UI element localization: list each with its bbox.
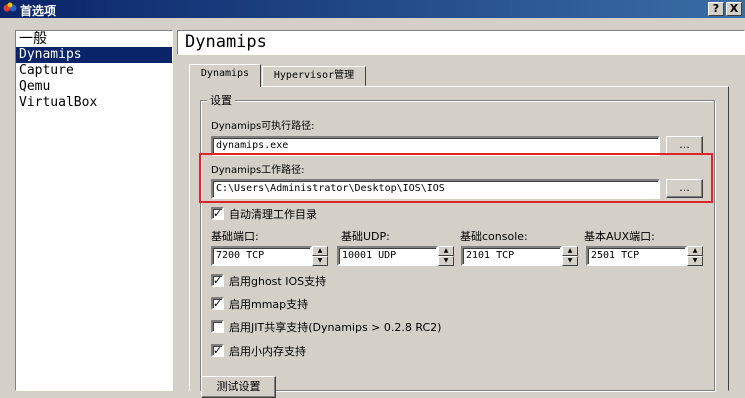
page-title: Dynamips bbox=[177, 30, 745, 55]
category-list[interactable]: 一般 Dynamips Capture Qemu VirtualBox bbox=[15, 30, 173, 391]
base-udp-spinbox[interactable]: 10001 UDP ▲ ▼ bbox=[337, 246, 454, 266]
base-port-value[interactable]: 7200 TCP bbox=[211, 246, 312, 266]
jit-checkbox[interactable] bbox=[211, 320, 224, 333]
ghost-ios-label: 启用ghost IOS支持 bbox=[229, 275, 327, 288]
spin-down-icon[interactable]: ▼ bbox=[312, 256, 328, 266]
base-console-label: 基础console: bbox=[460, 230, 528, 243]
nav-item-qemu[interactable]: Qemu bbox=[16, 79, 172, 95]
base-udp-label: 基础UDP: bbox=[341, 230, 390, 243]
work-dir-label: Dynamips工作路径: bbox=[211, 165, 305, 176]
nav-item-virtualbox[interactable]: VirtualBox bbox=[16, 95, 172, 111]
settings-group-label: 设置 bbox=[207, 92, 235, 108]
mmap-label: 启用mmap支持 bbox=[229, 298, 309, 311]
clean-workdir-checkbox[interactable]: ✓ bbox=[211, 207, 224, 220]
help-button[interactable]: ? bbox=[708, 2, 724, 16]
tab-hypervisor-manage[interactable]: Hypervisor管理 bbox=[262, 66, 366, 86]
base-aux-spinbox[interactable]: 2501 TCP ▲ ▼ bbox=[586, 246, 703, 266]
title-bar: 首选项 ? X bbox=[0, 0, 745, 18]
base-aux-value[interactable]: 2501 TCP bbox=[586, 246, 687, 266]
close-button[interactable]: X bbox=[726, 2, 742, 16]
base-console-spinbox[interactable]: 2101 TCP ▲ ▼ bbox=[461, 246, 578, 266]
spin-down-icon[interactable]: ▼ bbox=[438, 256, 454, 266]
spin-down-icon[interactable]: ▼ bbox=[562, 256, 578, 266]
work-dir-browse-button[interactable]: ... bbox=[666, 179, 703, 198]
app-icon bbox=[3, 2, 17, 12]
base-aux-label: 基本AUX端口: bbox=[584, 230, 655, 243]
ghost-ios-checkbox[interactable]: ✓ bbox=[211, 274, 224, 287]
jit-label: 启用JIT共享支持(Dynamips > 0.2.8 RC2) bbox=[229, 321, 442, 334]
base-udp-value[interactable]: 10001 UDP bbox=[337, 246, 438, 266]
nav-item-general[interactable]: 一般 bbox=[16, 31, 172, 47]
spin-down-icon[interactable]: ▼ bbox=[687, 256, 703, 266]
window-title: 首选项 bbox=[20, 4, 57, 18]
base-port-spinbox[interactable]: 7200 TCP ▲ ▼ bbox=[211, 246, 328, 266]
base-port-label: 基础端口: bbox=[211, 230, 259, 243]
exec-path-label: Dynamips可执行路径: bbox=[211, 121, 315, 132]
clean-workdir-label: 自动清理工作目录 bbox=[229, 208, 317, 221]
mmap-checkbox[interactable]: ✓ bbox=[211, 297, 224, 310]
sparse-mem-checkbox[interactable]: ✓ bbox=[211, 344, 224, 357]
spin-up-icon[interactable]: ▲ bbox=[438, 246, 454, 256]
spin-up-icon[interactable]: ▲ bbox=[687, 246, 703, 256]
sparse-mem-label: 启用小内存支持 bbox=[229, 345, 306, 358]
spin-up-icon[interactable]: ▲ bbox=[312, 246, 328, 256]
tab-dynamips[interactable]: Dynamips bbox=[189, 64, 261, 87]
spin-up-icon[interactable]: ▲ bbox=[562, 246, 578, 256]
nav-item-dynamips[interactable]: Dynamips bbox=[16, 47, 172, 63]
base-console-value[interactable]: 2101 TCP bbox=[461, 246, 562, 266]
nav-item-capture[interactable]: Capture bbox=[16, 63, 172, 79]
test-settings-button[interactable]: 测试设置 bbox=[201, 376, 276, 398]
work-dir-input[interactable]: C:\Users\Administrator\Desktop\IOS\IOS bbox=[211, 179, 660, 199]
